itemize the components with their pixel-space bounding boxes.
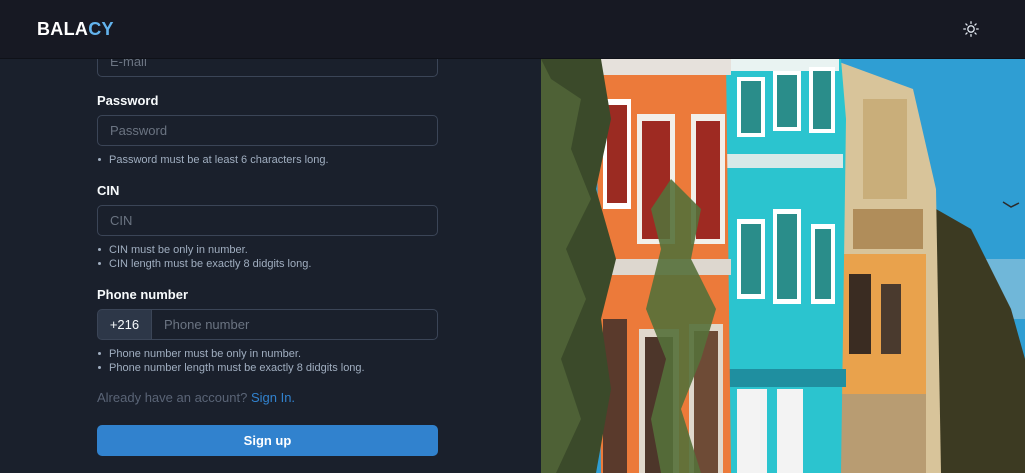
signup-button[interactable]: Sign up bbox=[97, 425, 438, 456]
phone-hint: Phone number must be only in number. bbox=[97, 347, 438, 361]
signup-form: Password Password must be at least 6 cha… bbox=[97, 59, 438, 456]
sun-icon bbox=[963, 21, 979, 37]
password-hint: Password must be at least 6 characters l… bbox=[97, 153, 438, 167]
signin-prompt: Already have an account? Sign In. bbox=[97, 390, 438, 405]
signup-form-pane: Password Password must be at least 6 cha… bbox=[0, 59, 541, 473]
building-facade-illustration bbox=[541, 59, 1025, 473]
theme-toggle-button[interactable] bbox=[961, 19, 981, 39]
password-hints: Password must be at least 6 characters l… bbox=[97, 153, 438, 167]
hero-image bbox=[541, 59, 1025, 473]
phone-prefix: +216 bbox=[97, 309, 151, 340]
navbar: BALACY bbox=[0, 0, 1025, 59]
brand-logo-part2: CY bbox=[88, 18, 114, 39]
cin-input[interactable] bbox=[97, 205, 438, 236]
phone-label: Phone number bbox=[97, 287, 189, 302]
signin-link[interactable]: Sign In. bbox=[251, 390, 295, 405]
cin-hint: CIN length must be exactly 8 didgits lon… bbox=[97, 257, 438, 271]
password-input[interactable] bbox=[97, 115, 438, 146]
email-input[interactable] bbox=[97, 59, 438, 77]
cin-label: CIN bbox=[97, 183, 120, 198]
brand-logo[interactable]: BALACY bbox=[37, 19, 114, 40]
password-label: Password bbox=[97, 93, 159, 108]
phone-hint: Phone number length must be exactly 8 di… bbox=[97, 361, 438, 375]
phone-input-group: +216 bbox=[97, 309, 438, 340]
signin-prompt-text: Already have an account? bbox=[97, 390, 248, 405]
cin-hint: CIN must be only in number. bbox=[97, 243, 438, 257]
brand-logo-part1: BALA bbox=[37, 18, 89, 39]
cin-hints: CIN must be only in number. CIN length m… bbox=[97, 243, 438, 271]
phone-input[interactable] bbox=[151, 309, 438, 340]
phone-hints: Phone number must be only in number. Pho… bbox=[97, 347, 438, 375]
